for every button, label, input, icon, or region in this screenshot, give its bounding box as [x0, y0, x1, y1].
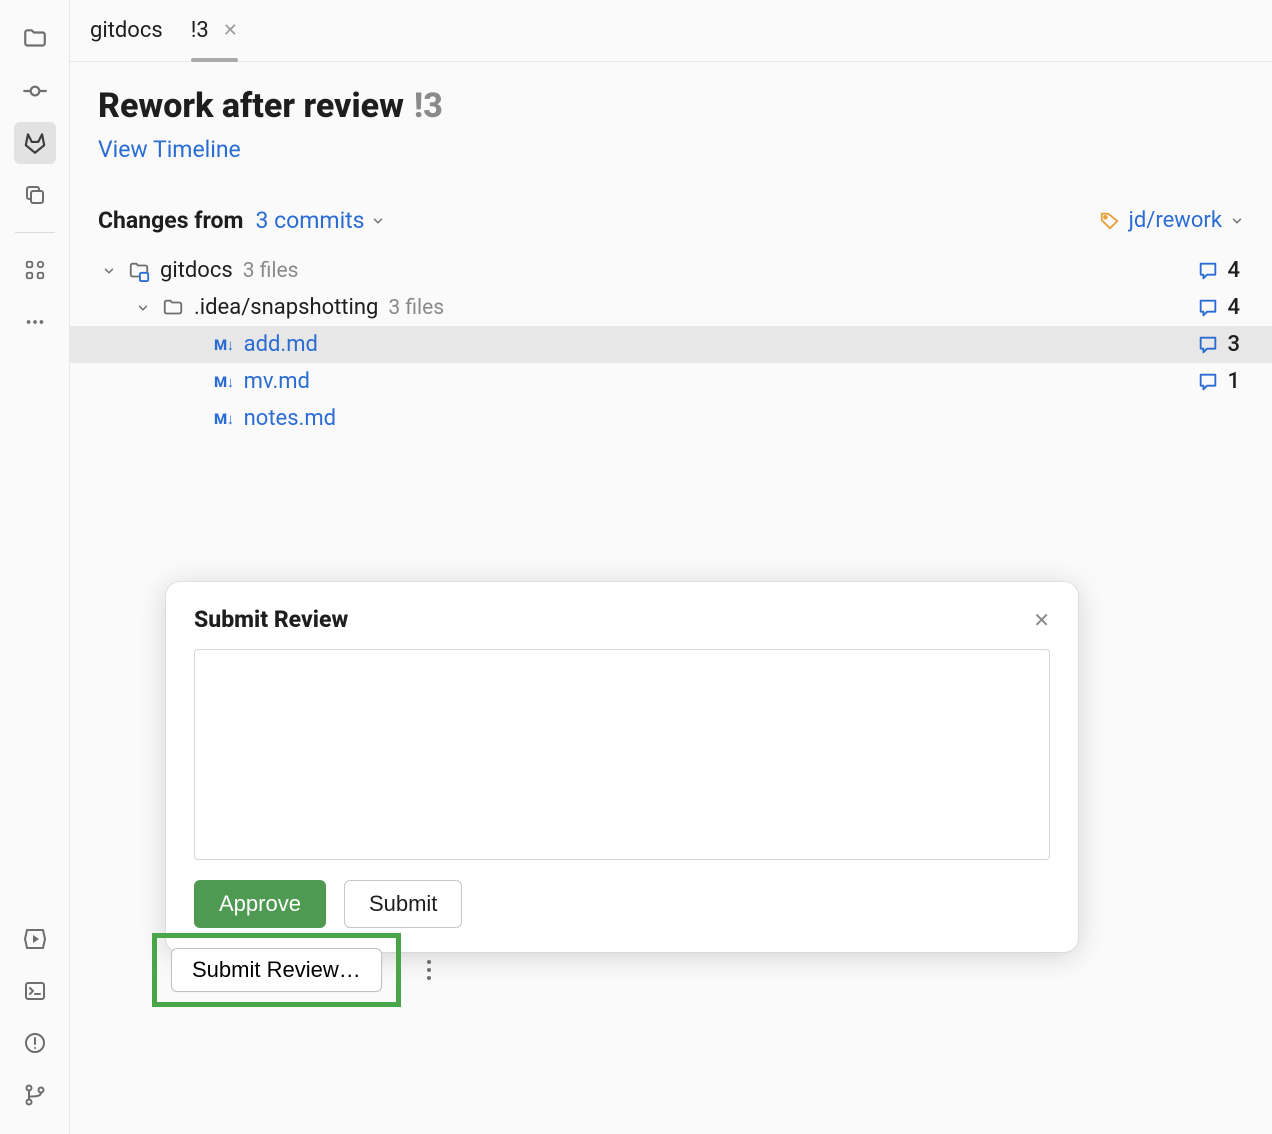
close-icon[interactable]: ✕ — [223, 20, 238, 41]
tree-file-comments: 1 — [1227, 369, 1240, 394]
changes-from-label: Changes from — [98, 207, 243, 234]
copy-icon[interactable] — [14, 174, 56, 216]
main-panel: gitdocs !3 ✕ Rework after review !3 View… — [70, 0, 1272, 1134]
more-icon[interactable] — [14, 301, 56, 343]
changes-row: Changes from 3 commits jd/rework — [98, 207, 1244, 234]
mr-title: Rework after review — [98, 86, 404, 126]
tree-sub-comments: 4 — [1227, 295, 1240, 320]
commit-icon[interactable] — [14, 70, 56, 112]
view-timeline-link[interactable]: View Timeline — [98, 136, 241, 163]
submit-review-button[interactable]: Submit Review… — [171, 948, 382, 992]
markdown-icon: M↓ — [214, 373, 234, 391]
highlight-box: Submit Review… — [152, 933, 401, 1007]
project-folder-icon — [128, 260, 150, 282]
markdown-icon: M↓ — [214, 410, 234, 428]
tree-file-row[interactable]: M↓ add.md 3 — [70, 326, 1272, 363]
terminal-icon[interactable] — [14, 970, 56, 1012]
folder-icon — [162, 297, 184, 319]
branch-dropdown[interactable]: jd/rework — [1099, 208, 1244, 233]
comment-icon — [1197, 334, 1219, 356]
comment-icon — [1197, 260, 1219, 282]
chevron-down-icon — [1230, 214, 1244, 228]
structure-icon[interactable] — [14, 249, 56, 291]
close-icon[interactable]: ✕ — [1033, 608, 1050, 632]
tree-root-row[interactable]: gitdocs 3 files 4 — [98, 252, 1244, 289]
run-icon[interactable] — [14, 918, 56, 960]
review-comment-input[interactable] — [194, 649, 1050, 860]
comment-icon — [1197, 297, 1219, 319]
submit-button[interactable]: Submit — [344, 880, 462, 928]
bottom-bar: Submit Review… — [152, 933, 437, 1007]
tree-root-count: 3 files — [243, 259, 299, 283]
tree-file-name: mv.md — [244, 369, 310, 394]
approve-button[interactable]: Approve — [194, 880, 326, 928]
sidebar-divider — [15, 232, 55, 233]
left-sidebar — [0, 0, 70, 1134]
chevron-down-icon — [371, 214, 385, 228]
changes-commits-text: 3 commits — [255, 207, 364, 234]
git-branch-icon[interactable] — [14, 1074, 56, 1116]
problems-icon[interactable] — [14, 1022, 56, 1064]
tree-root-name: gitdocs — [160, 258, 233, 283]
tag-icon — [1099, 210, 1121, 232]
tree-root-comments: 4 — [1227, 258, 1240, 283]
tree-sub-name: .idea/snapshotting — [194, 295, 378, 320]
changes-commits-dropdown[interactable]: 3 commits — [255, 207, 384, 234]
file-tree: gitdocs 3 files 4 .idea/snapshotting 3 f… — [98, 252, 1244, 437]
tree-file-row[interactable]: M↓ mv.md 1 — [98, 363, 1244, 400]
mr-title-row: Rework after review !3 — [98, 86, 1244, 126]
folder-icon[interactable] — [14, 18, 56, 60]
more-options-icon[interactable] — [421, 954, 437, 986]
chevron-down-icon — [102, 264, 118, 278]
gitlab-icon[interactable] — [14, 122, 56, 164]
tree-sub-count: 3 files — [388, 296, 444, 320]
tree-file-name: notes.md — [244, 406, 336, 431]
tab-project-label: gitdocs — [90, 18, 163, 43]
tree-file-name: add.md — [244, 332, 318, 357]
tree-subfolder-row[interactable]: .idea/snapshotting 3 files 4 — [98, 289, 1244, 326]
tree-file-row[interactable]: M↓ notes.md — [98, 400, 1244, 437]
tab-project[interactable]: gitdocs — [90, 0, 163, 61]
chevron-down-icon — [136, 301, 152, 315]
tree-file-comments: 3 — [1227, 332, 1240, 357]
comment-icon — [1197, 371, 1219, 393]
tab-merge-request[interactable]: !3 ✕ — [191, 0, 238, 61]
markdown-icon: M↓ — [214, 336, 234, 354]
submit-review-popup: Submit Review ✕ Approve Submit — [166, 582, 1078, 952]
mr-number: !3 — [414, 86, 443, 126]
popup-title: Submit Review — [194, 606, 348, 633]
tab-mr-label: !3 — [191, 18, 209, 43]
branch-name: jd/rework — [1129, 208, 1222, 233]
editor-tabs: gitdocs !3 ✕ — [70, 0, 1272, 62]
